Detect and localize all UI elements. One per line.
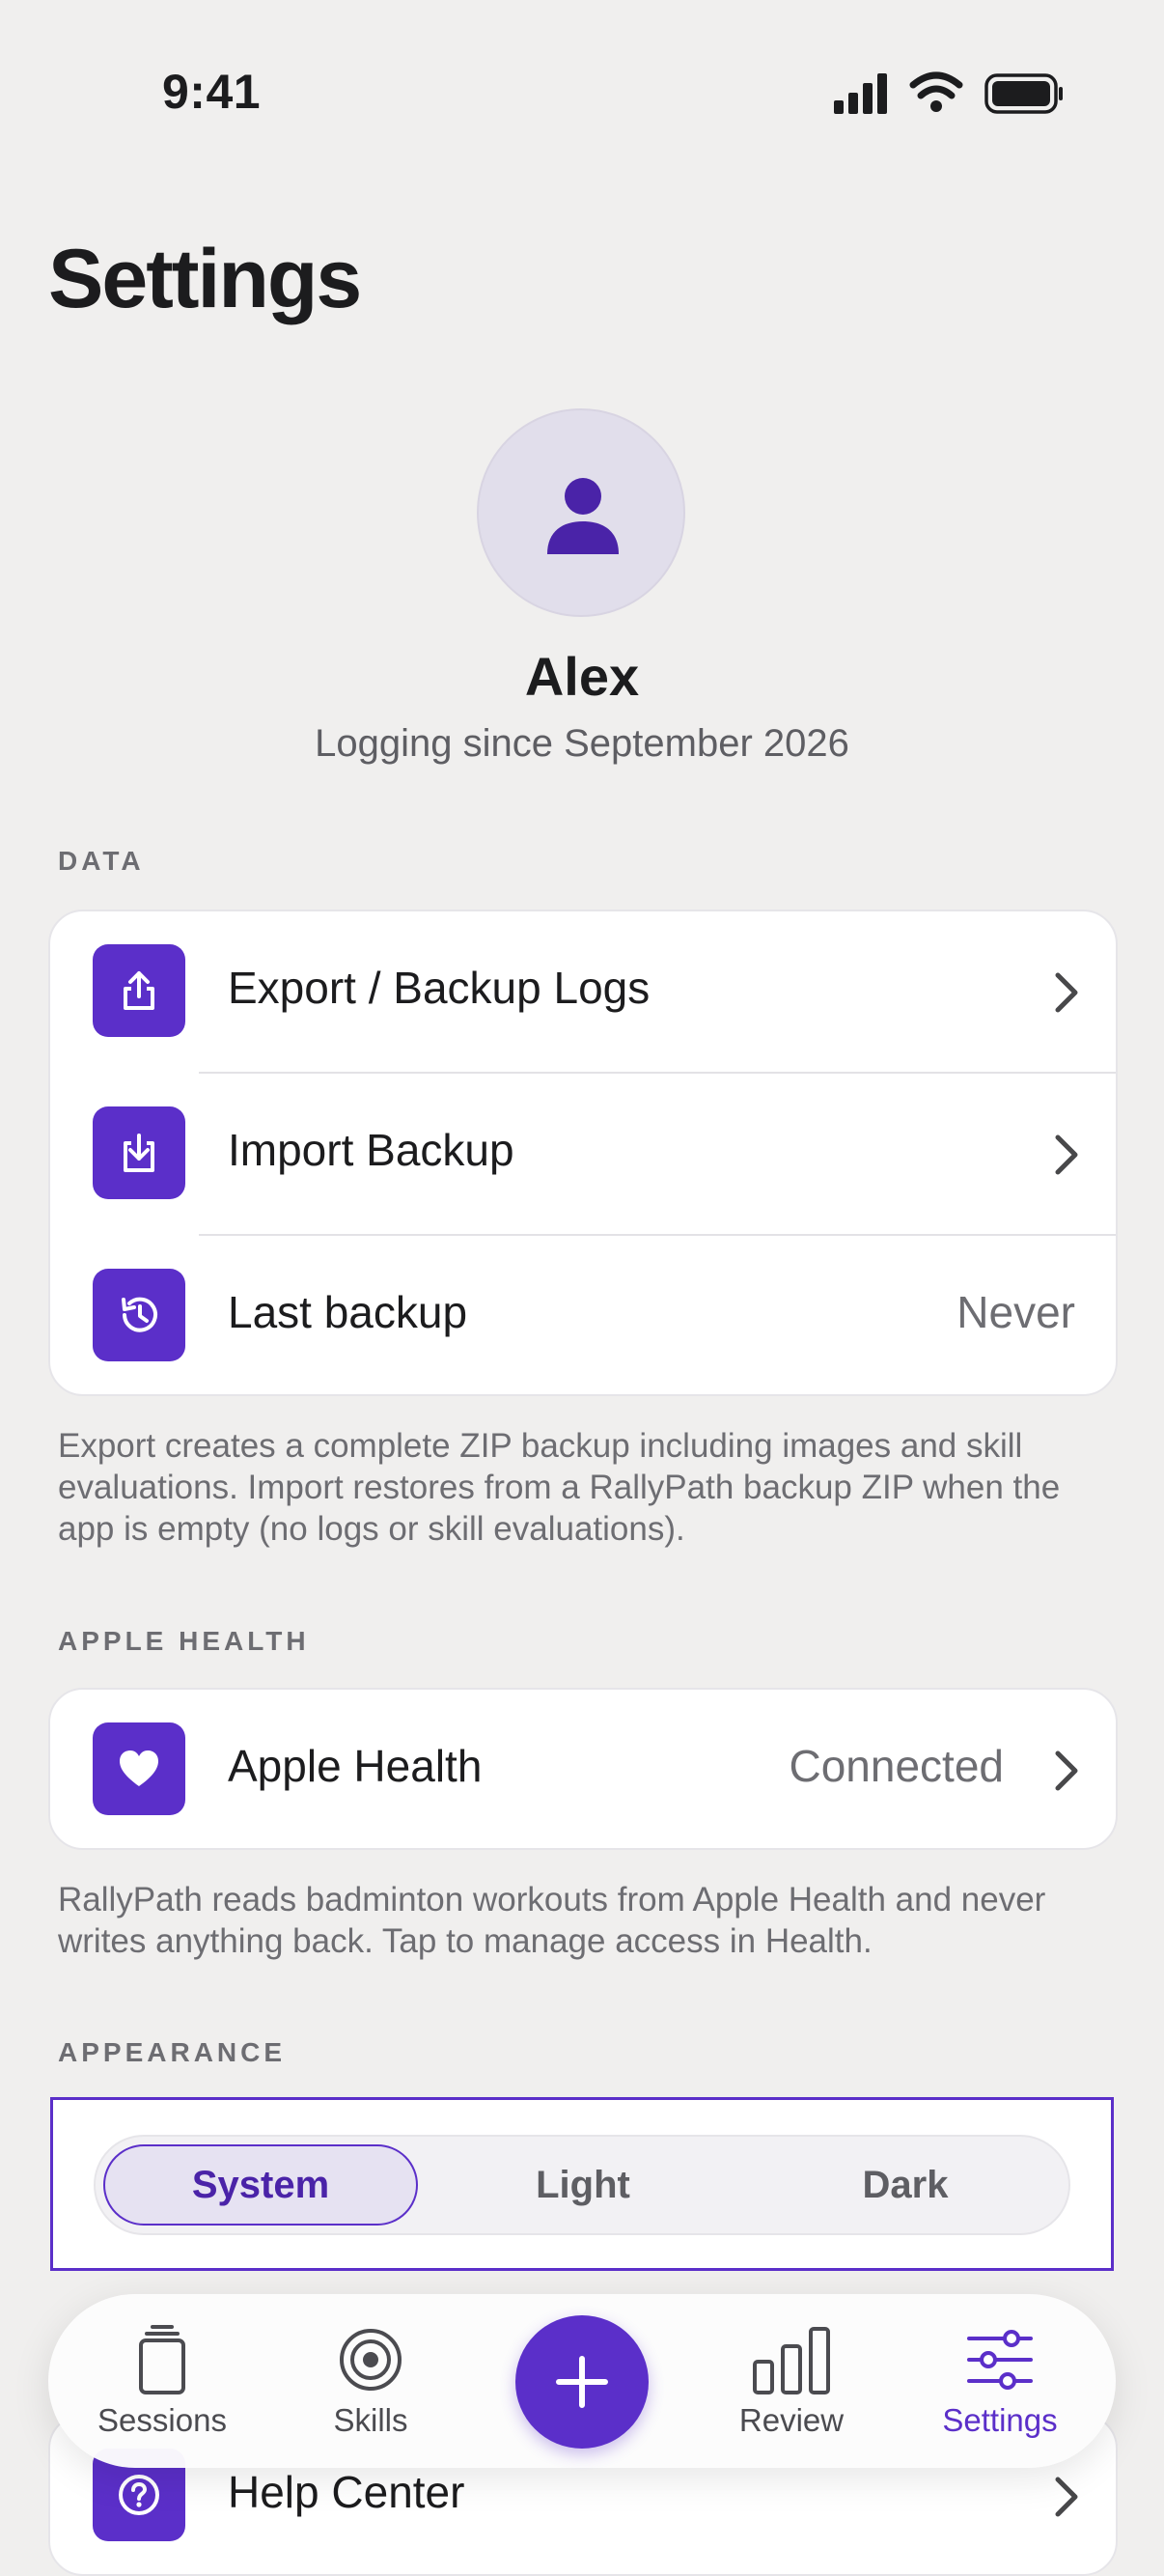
tab-sessions-label: Sessions [97,2402,227,2438]
tab-settings[interactable]: Settings [913,2323,1087,2439]
last-backup-label: Last backup [228,1287,468,1337]
data-card: Export / Backup Logs Import Backup Last … [48,910,1118,1396]
last-backup-value: Never [956,1287,1075,1337]
person-icon [547,478,619,554]
health-card: Apple Health Connected [48,1688,1118,1850]
tab-bar: Sessions Skills Review Settings [48,2294,1116,2468]
bar-chart-icon [753,2327,830,2394]
data-footnote: Export creates a complete ZIP backup inc… [58,1427,1061,1548]
chevron-right-icon [1055,972,1078,1013]
tab-settings-label: Settings [942,2402,1058,2438]
heart-icon [93,1722,185,1815]
history-icon [93,1269,185,1361]
page-title: Settings [48,233,362,325]
health-footnote: RallyPath reads badminton workouts from … [58,1881,1046,1960]
add-session-button[interactable] [515,2315,649,2449]
import-icon [93,1106,185,1199]
tab-review-label: Review [738,2402,845,2438]
appearance-option-light[interactable]: Light [426,2144,740,2226]
section-header-appearance: APPEARANCE [58,2037,287,2067]
export-backup-label: Export / Backup Logs [228,963,651,1013]
appearance-option-dark[interactable]: Dark [748,2144,1063,2226]
chevron-right-icon [1055,1134,1078,1175]
status-icons [832,70,1064,118]
tab-skills-label: Skills [333,2402,408,2438]
chevron-right-icon [1055,1750,1078,1791]
appearance-picker-container: System Light Dark [50,2097,1114,2271]
export-backup-row[interactable]: Export / Backup Logs [50,911,1116,1074]
import-backup-row[interactable]: Import Backup [50,1074,1116,1236]
export-icon [93,944,185,1037]
tab-review[interactable]: Review [705,2323,878,2439]
appearance-option-system[interactable]: System [103,2144,418,2226]
apple-health-label: Apple Health [228,1741,483,1791]
chevron-right-icon [1055,2477,1078,2517]
profile-subtitle: Logging since September 2026 [315,722,849,765]
target-icon [340,2329,402,2391]
apple-health-status: Connected [789,1741,1005,1791]
section-header-data: DATA [58,846,145,876]
tab-sessions[interactable]: Sessions [75,2323,249,2439]
tab-skills[interactable]: Skills [284,2323,457,2439]
profile-name: Alex [524,646,640,707]
sliders-icon [967,2330,1033,2390]
help-center-label: Help Center [228,2467,465,2517]
appearance-segmented-control[interactable]: System Light Dark [94,2135,1070,2235]
apple-health-row[interactable]: Apple Health Connected [50,1690,1116,1848]
avatar[interactable] [477,408,685,617]
status-time: 9:41 [162,65,262,119]
sessions-icon [139,2325,185,2394]
cellular-signal-icon [834,71,1063,114]
last-backup-row: Last backup Never [50,1236,1116,1394]
section-header-apple-health: APPLE HEALTH [58,1626,310,1656]
import-backup-label: Import Backup [228,1125,514,1175]
plus-icon [556,2356,608,2408]
